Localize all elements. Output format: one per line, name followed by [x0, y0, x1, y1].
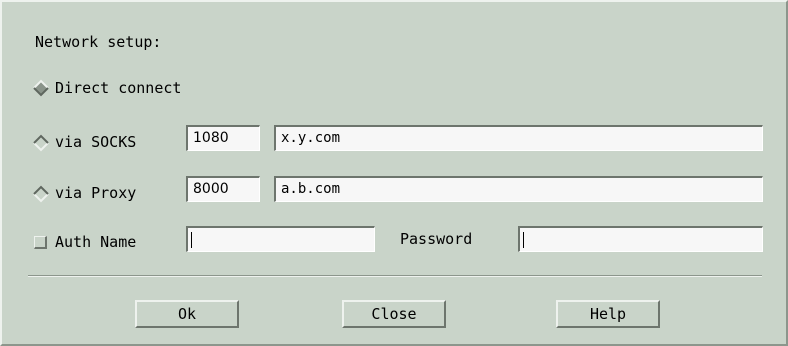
ok-button[interactable]: Ok: [135, 300, 239, 328]
separator: [28, 275, 762, 277]
diamond-radio-unselected-icon[interactable]: [32, 185, 50, 203]
password-input[interactable]: [518, 226, 763, 252]
help-button[interactable]: Help: [556, 300, 660, 328]
network-setup-dialog: [0, 0, 788, 346]
via-proxy-label[interactable]: via Proxy: [55, 184, 136, 202]
password-label: Password: [400, 230, 473, 248]
direct-connect-label[interactable]: Direct connect: [55, 79, 181, 97]
square-checkbox-icon[interactable]: [34, 236, 47, 249]
proxy-port-input[interactable]: 8000: [186, 176, 260, 202]
close-button[interactable]: Close: [342, 300, 446, 328]
text-caret: [523, 232, 524, 248]
dialog-heading: Network setup:: [35, 33, 162, 51]
socks-port-input[interactable]: 1080: [186, 125, 260, 151]
auth-name-label[interactable]: Auth Name: [55, 233, 136, 251]
diamond-radio-unselected-icon[interactable]: [32, 134, 50, 152]
auth-name-input[interactable]: [186, 226, 375, 252]
socks-host-input[interactable]: x.y.com: [274, 125, 763, 151]
via-socks-label[interactable]: via SOCKS: [55, 133, 136, 151]
proxy-host-input[interactable]: a.b.com: [274, 176, 763, 202]
diamond-radio-selected-icon[interactable]: [32, 79, 50, 97]
text-caret: [191, 232, 192, 248]
